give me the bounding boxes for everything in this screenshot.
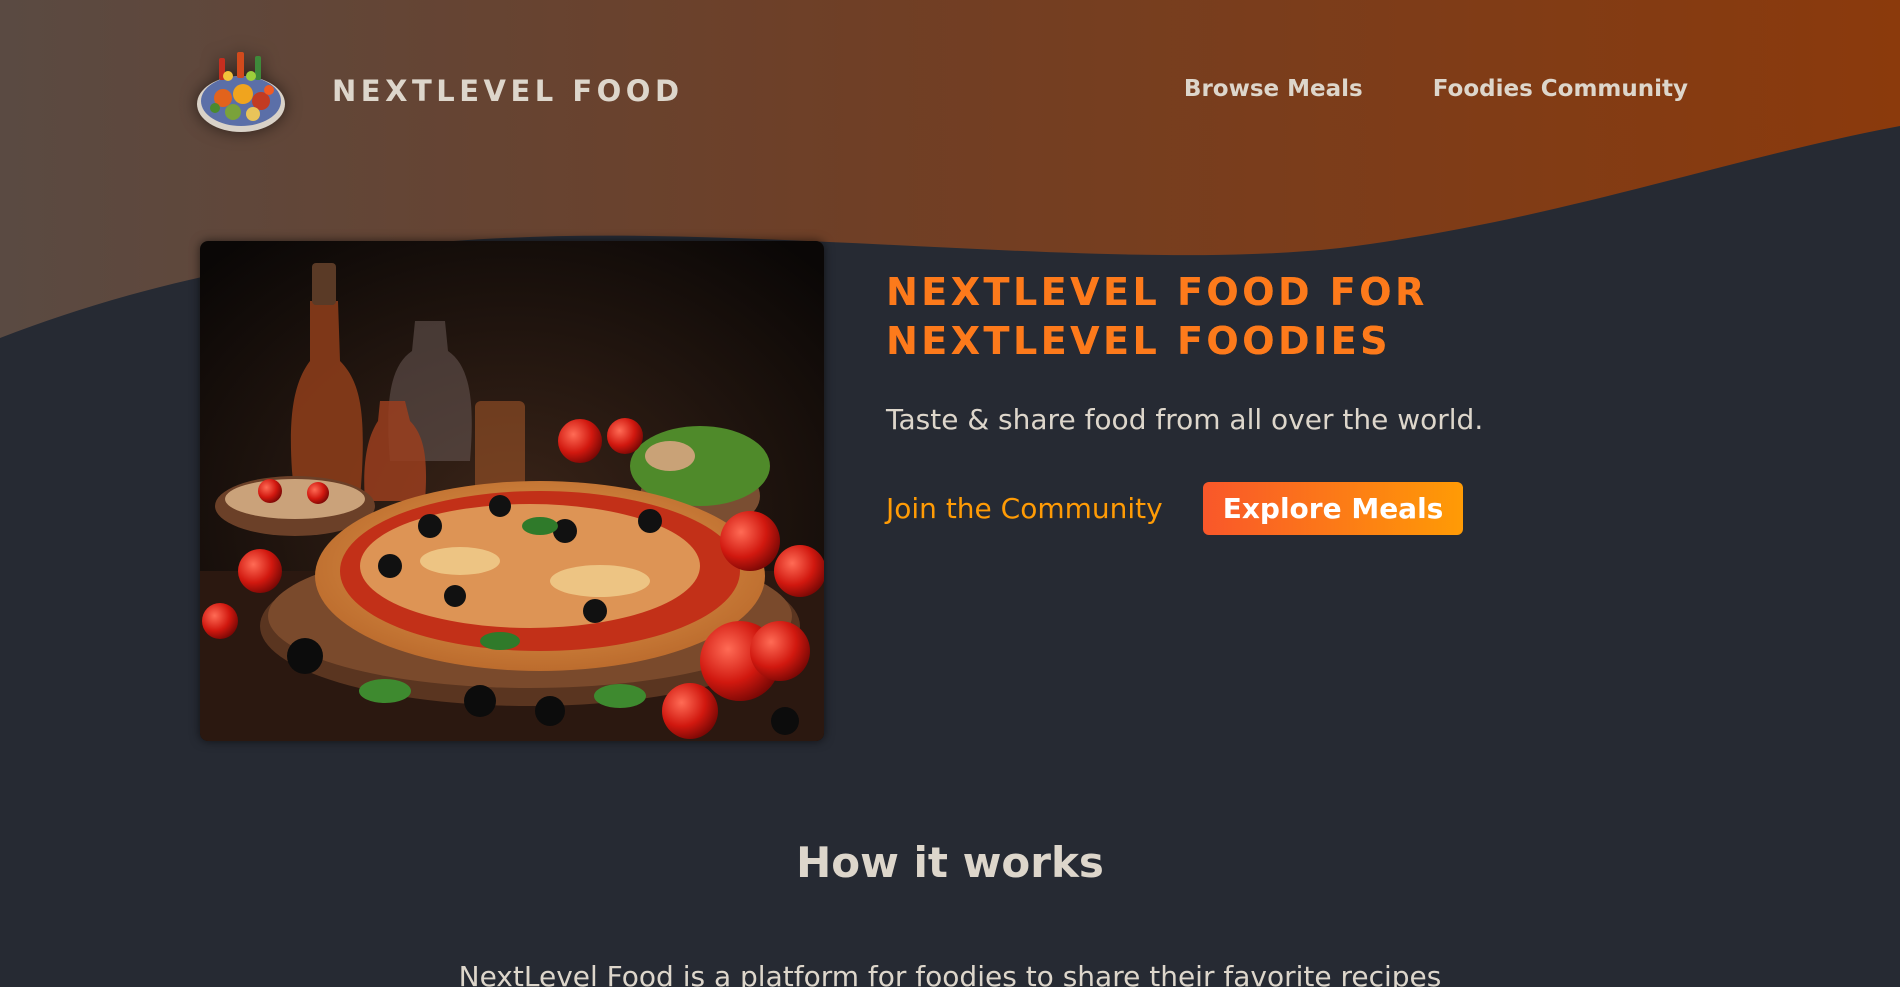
hero-text: NextLevel Food for NextLevel Foodies Tas… (886, 268, 1586, 535)
hero-title: NextLevel Food for NextLevel Foodies (886, 268, 1586, 366)
join-community-link[interactable]: Join the Community (886, 492, 1163, 525)
explore-meals-button[interactable]: Explore Meals (1202, 482, 1464, 535)
nav-browse-meals[interactable]: Browse Meals (1184, 76, 1363, 102)
hero-image-slideshow (200, 241, 824, 741)
site-header: NextLevel Food Browse Meals Foodies Comm… (0, 0, 1900, 182)
page: NextLevel Food Browse Meals Foodies Comm… (0, 0, 1900, 987)
main-nav: Browse Meals Foodies Community (1184, 76, 1688, 102)
hero-cta-row: Join the Community Explore Meals (886, 482, 1586, 535)
pizza-image (200, 241, 824, 741)
logo-link[interactable]: NextLevel Food (193, 46, 684, 136)
how-it-works-text: NextLevel Food is a platform for foodies… (458, 960, 1442, 987)
logo-food-plate-icon (197, 52, 285, 132)
hero-subtitle: Taste & share food from all over the wor… (886, 403, 1484, 436)
brand-name: NextLevel Food (332, 74, 684, 108)
nav-foodies-community[interactable]: Foodies Community (1433, 76, 1688, 102)
how-it-works-title: How it works (796, 838, 1104, 887)
